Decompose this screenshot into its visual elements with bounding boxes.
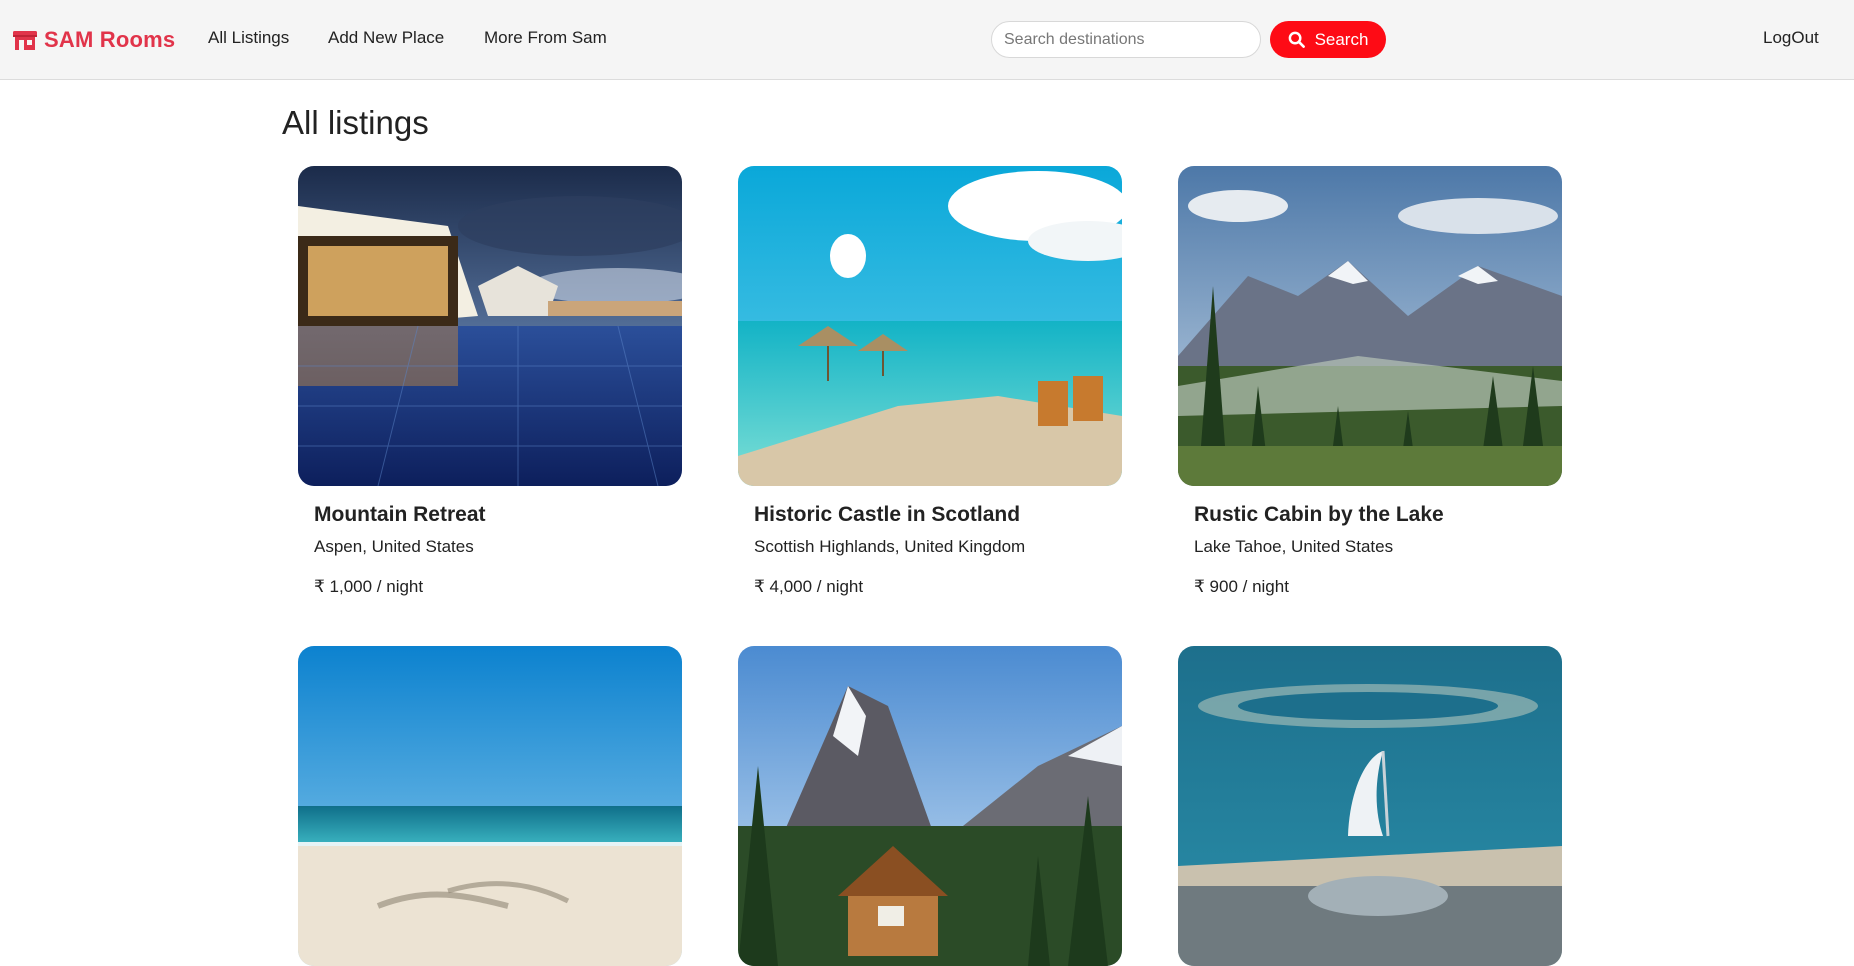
search-button-label: Search <box>1314 29 1369 49</box>
listing-image <box>298 646 682 966</box>
storefront-icon <box>13 31 37 50</box>
listing-title: Historic Castle in Scotland <box>754 503 1021 526</box>
listing-card[interactable] <box>1178 646 1562 966</box>
listing-card[interactable]: Rustic Cabin by the Lake Lake Tahoe, Uni… <box>1178 166 1562 597</box>
search-input[interactable] <box>991 21 1261 58</box>
listing-price: ₹ 4,000 / night <box>754 577 864 596</box>
listing-image <box>298 166 682 486</box>
listing-image <box>1178 166 1562 486</box>
listing-title: Rustic Cabin by the Lake <box>1194 503 1444 526</box>
brand-logo[interactable]: SAM Rooms <box>12 26 175 54</box>
listing-location: Lake Tahoe, United States <box>1194 537 1394 556</box>
listing-image <box>1178 646 1562 966</box>
listing-location: Aspen, United States <box>314 537 474 556</box>
search-icon <box>1288 31 1305 48</box>
listing-card[interactable]: Mountain Retreat Aspen, United States ₹ … <box>298 166 682 597</box>
search-button[interactable]: Search <box>1270 21 1386 58</box>
page-title: All listings <box>282 104 429 141</box>
listing-card[interactable]: Historic Castle in Scotland Scottish Hig… <box>738 166 1122 597</box>
listing-card[interactable] <box>738 646 1122 966</box>
nav-more-from-sam[interactable]: More From Sam <box>484 28 607 48</box>
listing-price: ₹ 900 / night <box>1194 577 1289 596</box>
listing-image <box>738 646 1122 966</box>
nav-add-new-place[interactable]: Add New Place <box>328 28 444 48</box>
listing-image <box>738 166 1122 486</box>
listing-title: Mountain Retreat <box>314 503 486 526</box>
nav-all-listings[interactable]: All Listings <box>208 28 289 48</box>
brand-name: SAM Rooms <box>44 27 176 52</box>
listing-card[interactable] <box>298 646 682 966</box>
listing-location: Scottish Highlands, United Kingdom <box>754 537 1026 556</box>
logout-link[interactable]: LogOut <box>1763 28 1819 48</box>
navbar: SAM Rooms All Listings Add New Place Mor… <box>0 0 1854 80</box>
listing-price: ₹ 1,000 / night <box>314 577 424 596</box>
